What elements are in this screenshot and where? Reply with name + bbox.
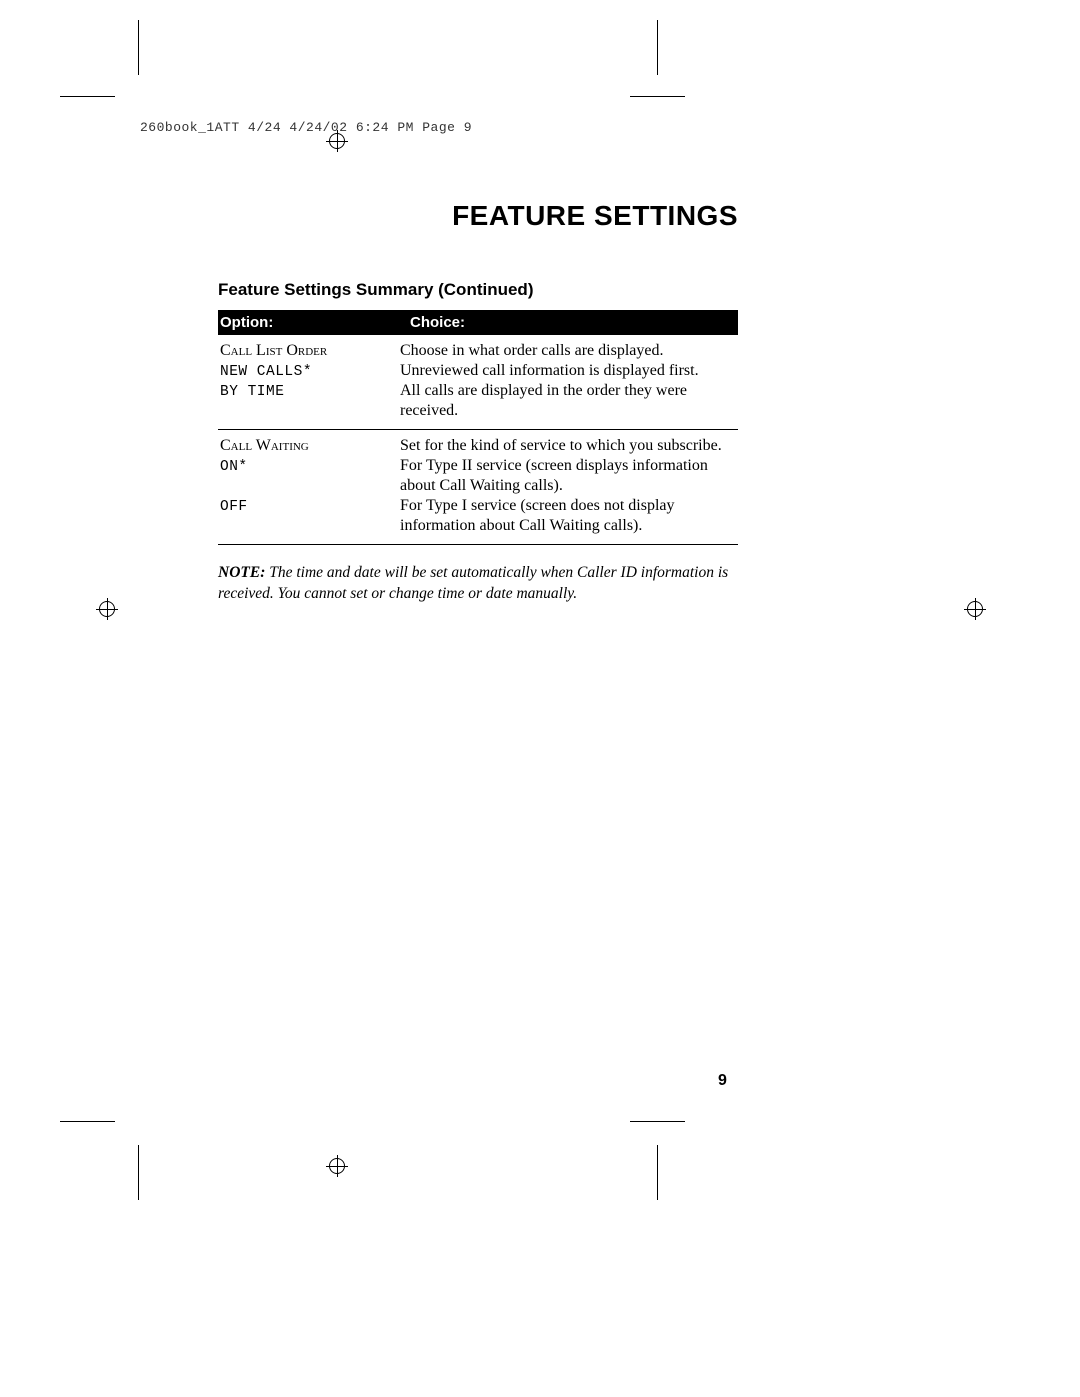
crop-mark — [657, 20, 658, 75]
content-area: FEATURE SETTINGS Feature Settings Summar… — [218, 200, 738, 605]
page-number: 9 — [718, 1072, 727, 1090]
crop-mark — [138, 20, 139, 75]
page-title: FEATURE SETTINGS — [218, 200, 738, 232]
table-row: Call Waiting ON* OFF Set for the kind of… — [218, 430, 738, 545]
choice-text: For Type I service (screen does not disp… — [400, 497, 675, 534]
note-label: NOTE: — [218, 564, 265, 581]
registration-mark-icon — [96, 598, 118, 620]
option-title: Call List Order — [220, 342, 327, 359]
option-value: ON* — [220, 459, 248, 475]
page: 260book_1ATT 4/24 4/24/02 6:24 PM Page 9… — [0, 0, 1080, 1397]
registration-mark-icon — [964, 598, 986, 620]
choice-cell: Set for the kind of service to which you… — [400, 430, 738, 545]
table-header-row: Option: Choice: — [218, 310, 738, 335]
choice-cell: Choose in what order calls are displayed… — [400, 335, 738, 430]
option-cell: Call Waiting ON* OFF — [218, 430, 400, 545]
running-header: 260book_1ATT 4/24 4/24/02 6:24 PM Page 9 — [140, 120, 472, 135]
table-header-option: Option: — [218, 310, 400, 335]
section-subtitle: Feature Settings Summary (Continued) — [218, 280, 738, 300]
choice-text: All calls are displayed in the order the… — [400, 382, 687, 419]
table-row: Call List Order NEW CALLS* BY TIME Choos… — [218, 335, 738, 430]
settings-table: Option: Choice: Call List Order NEW CALL… — [218, 310, 738, 545]
crop-mark — [657, 1145, 658, 1200]
option-value: BY TIME — [220, 384, 284, 400]
option-value: OFF — [220, 499, 248, 515]
note-paragraph: NOTE: The time and date will be set auto… — [218, 563, 738, 605]
crop-mark — [630, 96, 685, 97]
crop-mark — [138, 1145, 139, 1200]
choice-text: Unreviewed call information is displayed… — [400, 362, 699, 379]
choice-text: Set for the kind of service to which you… — [400, 437, 722, 454]
note-text: The time and date will be set automatica… — [218, 564, 728, 602]
option-title: Call Waiting — [220, 437, 309, 454]
registration-mark-icon — [326, 1155, 348, 1177]
crop-mark — [60, 96, 115, 97]
crop-mark — [630, 1121, 685, 1122]
choice-text: For Type II service (screen displays inf… — [400, 457, 708, 494]
crop-mark — [60, 1121, 115, 1122]
table-header-choice: Choice: — [400, 310, 738, 335]
choice-text: Choose in what order calls are displayed… — [400, 342, 663, 359]
option-value: NEW CALLS* — [220, 364, 312, 380]
option-cell: Call List Order NEW CALLS* BY TIME — [218, 335, 400, 430]
